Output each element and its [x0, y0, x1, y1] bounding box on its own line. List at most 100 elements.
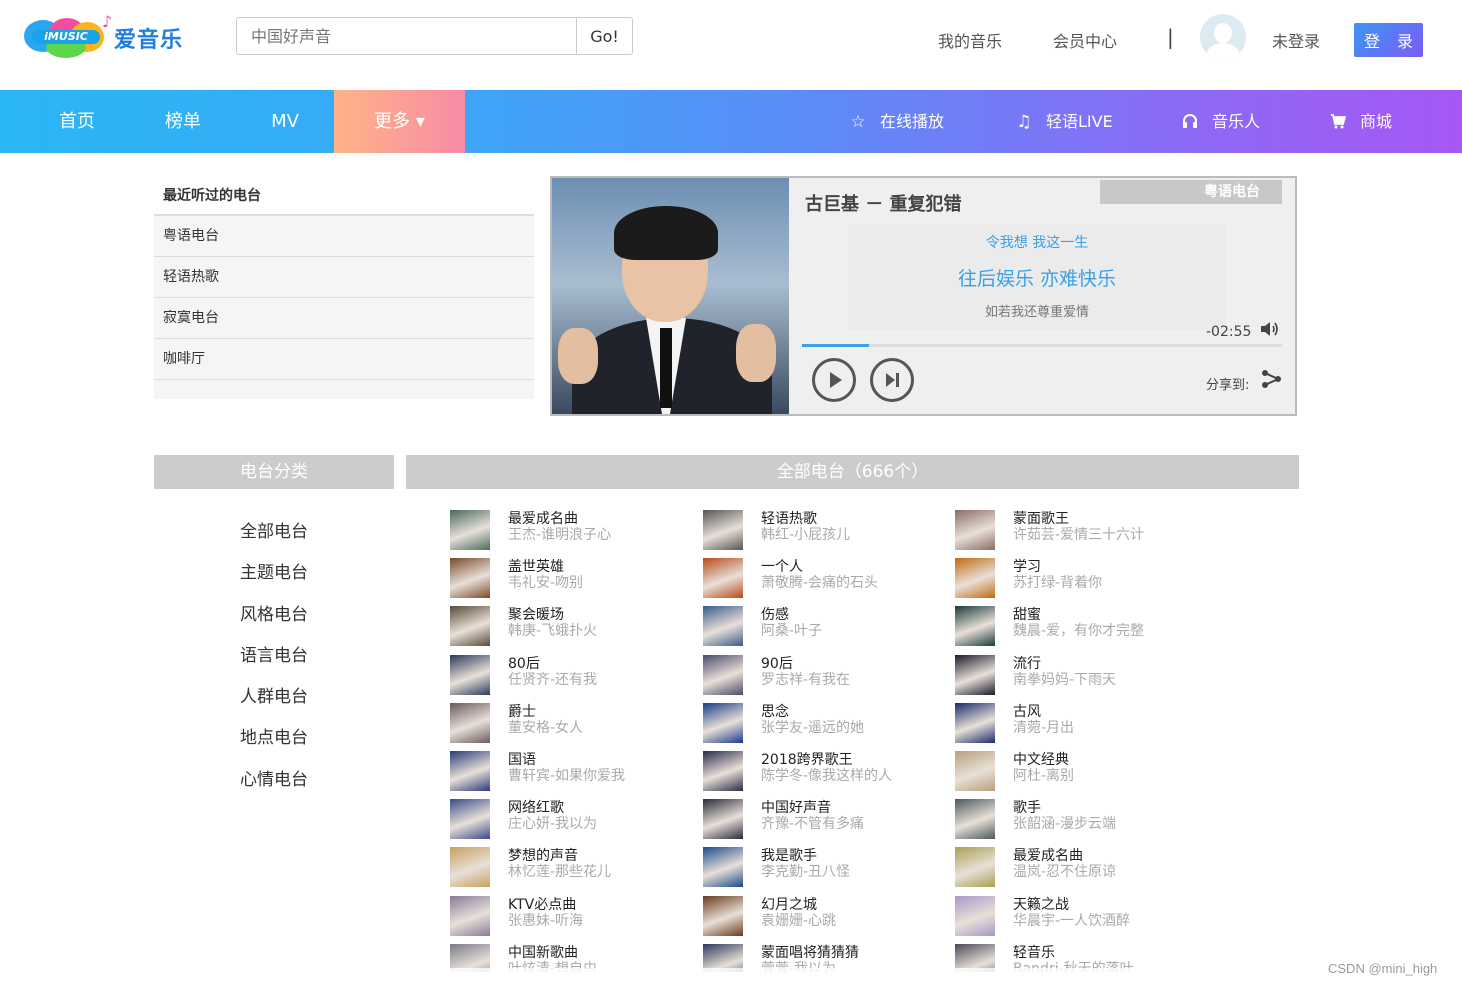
station-thumbnail[interactable]	[703, 702, 743, 743]
recent-item[interactable]: 轻语热歌	[154, 257, 534, 298]
volume-icon[interactable]	[1258, 318, 1280, 340]
station-thumbnail[interactable]	[450, 751, 490, 791]
station-thumbnail[interactable]	[703, 510, 743, 550]
station-thumbnail[interactable]	[703, 606, 743, 647]
search-input[interactable]	[236, 17, 577, 55]
station-item[interactable]: 聚会暖场 韩庚-飞蛾扑火	[450, 606, 700, 647]
station-item[interactable]: 中文经典 阿杜-离别	[955, 751, 1205, 791]
station-thumbnail[interactable]	[955, 702, 995, 743]
station-item[interactable]: 80后 任贤齐-还有我	[450, 654, 700, 695]
station-item[interactable]: 蒙面歌王 许茹芸-爱情三十六计	[955, 510, 1205, 550]
station-item[interactable]: 国语 曹轩宾-如果你爱我	[450, 751, 700, 791]
station-thumbnail[interactable]	[450, 702, 490, 743]
station-item[interactable]: 梦想的声音 林忆莲-那些花儿	[450, 847, 700, 888]
station-item[interactable]: 轻语热歌 韩红-小屁孩儿	[703, 510, 953, 550]
station-item[interactable]: 幻月之城 袁姗姗-心跳	[703, 895, 953, 936]
next-icon	[886, 373, 899, 387]
station-item[interactable]: 思念 张学友-遥远的她	[703, 702, 953, 743]
station-item[interactable]: 中国好声音 齐豫-不管有多痛	[703, 799, 953, 840]
divider: |	[1167, 25, 1174, 49]
station-thumbnail[interactable]	[450, 847, 490, 888]
station-item[interactable]: 甜蜜 魏晨-爱，有你才完整	[955, 606, 1205, 647]
station-thumbnail[interactable]	[955, 751, 995, 791]
station-thumbnail[interactable]	[955, 799, 995, 840]
category-item[interactable]: 心情电台	[154, 760, 394, 801]
station-thumbnail[interactable]	[955, 510, 995, 550]
station-thumbnail[interactable]	[703, 751, 743, 791]
member-center-link[interactable]: 会员中心	[1053, 28, 1117, 52]
nav-live[interactable]: ♫ 轻语LIVE	[1014, 90, 1112, 153]
station-thumbnail[interactable]	[955, 847, 995, 888]
station-thumbnail[interactable]	[450, 654, 490, 695]
station-thumbnail[interactable]	[955, 558, 995, 599]
station-item[interactable]: 盖世英雄 韦礼安-吻别	[450, 558, 700, 599]
nav-mv[interactable]: MV	[230, 90, 340, 153]
my-music-link[interactable]: 我的音乐	[938, 28, 1002, 52]
category-item[interactable]: 风格电台	[154, 595, 394, 636]
station-item[interactable]: 流行 南拳妈妈-下雨天	[955, 654, 1205, 695]
station-thumbnail[interactable]	[955, 654, 995, 695]
station-thumbnail[interactable]	[955, 895, 995, 936]
recent-item[interactable]: 咖啡厅	[154, 339, 534, 380]
station-thumbnail[interactable]	[703, 654, 743, 695]
station-thumbnail[interactable]	[703, 895, 743, 936]
search-button[interactable]: Go!	[576, 17, 633, 55]
watermark: CSDN @mini_high	[1328, 961, 1438, 976]
station-thumbnail[interactable]	[450, 895, 490, 936]
station-item[interactable]: 我是歌手 李克勤-丑八怪	[703, 847, 953, 888]
station-item[interactable]: 最爱成名曲 王杰-谁明浪子心	[450, 510, 700, 550]
station-item[interactable]: 歌手 张韶涵-漫步云端	[955, 799, 1205, 840]
station-song: 董安格-女人	[508, 719, 584, 736]
headphones-icon	[1180, 91, 1200, 154]
station-song: 华晨宇-一人饮酒醉	[1013, 912, 1131, 929]
station-item[interactable]: 2018跨界歌王 陈学冬-像我这样的人	[703, 751, 953, 791]
category-item[interactable]: 主题电台	[154, 553, 394, 594]
station-thumbnail[interactable]	[955, 606, 995, 647]
station-item[interactable]: 一个人 萧敬腾-会痛的石头	[703, 558, 953, 599]
station-thumbnail[interactable]	[703, 558, 743, 599]
progress-bar[interactable]	[802, 344, 1282, 347]
station-thumbnail[interactable]	[703, 799, 743, 840]
nav-musician[interactable]: 音乐人	[1180, 90, 1260, 153]
nav-online-play[interactable]: ☆ 在线播放	[848, 90, 944, 153]
nav-shop[interactable]: 商城	[1328, 90, 1392, 153]
station-thumbnail[interactable]	[450, 558, 490, 599]
category-item[interactable]: 人群电台	[154, 677, 394, 718]
station-thumbnail[interactable]	[450, 510, 490, 550]
station-item[interactable]: 最爱成名曲 温岚-忍不住原谅	[955, 847, 1205, 888]
station-item[interactable]: 天籁之战 华晨宇-一人饮酒醉	[955, 895, 1205, 936]
music-note-icon: ♫	[1016, 112, 1032, 132]
recent-item[interactable]: 粤语电台	[154, 216, 534, 257]
station-item[interactable]: 网络红歌 庄心妍-我以为	[450, 799, 700, 840]
category-item[interactable]: 地点电台	[154, 718, 394, 759]
station-thumbnail[interactable]	[450, 606, 490, 647]
nav-charts[interactable]: 榜单	[128, 90, 238, 153]
nav-more[interactable]: 更多 ▾	[334, 90, 465, 153]
station-song: 南拳妈妈-下雨天	[1013, 671, 1117, 688]
recent-item[interactable]: 寂寞电台	[154, 298, 534, 339]
category-header: 电台分类	[154, 455, 394, 489]
station-item[interactable]: 学习 苏打绿-背着你	[955, 558, 1205, 599]
share-label: 分享到:	[1206, 378, 1250, 393]
station-thumbnail[interactable]	[450, 799, 490, 840]
cart-icon	[1328, 91, 1348, 154]
station-item[interactable]: 伤感 阿桑-叶子	[703, 606, 953, 647]
category-item[interactable]: 全部电台	[154, 512, 394, 553]
category-item[interactable]: 语言电台	[154, 636, 394, 677]
station-item[interactable]: 古风 清菀-月出	[955, 702, 1205, 743]
station-item[interactable]: KTV必点曲 张惠妹-听海	[450, 895, 700, 936]
lyric-line: 如若我还尊重爱情	[984, 305, 1089, 320]
play-button[interactable]	[812, 358, 856, 402]
lyrics-panel: 令我想 我这一生 往后娱乐 亦难快乐 如若我还尊重爱情	[848, 224, 1226, 330]
login-button[interactable]: 登 录	[1354, 23, 1423, 57]
station-song: 张惠妹-听海	[508, 912, 584, 929]
nav-home[interactable]: 首页	[22, 90, 132, 153]
progress-fill	[802, 344, 870, 347]
station-item[interactable]: 爵士 董安格-女人	[450, 702, 700, 743]
logo[interactable]: iMUSIC ♪ 爱音乐	[24, 12, 199, 60]
station-item[interactable]: 90后 罗志祥-有我在	[703, 654, 953, 695]
station-thumbnail[interactable]	[703, 847, 743, 888]
avatar[interactable]	[1200, 14, 1246, 60]
next-button[interactable]	[870, 358, 914, 402]
share-icon[interactable]	[1260, 368, 1282, 390]
